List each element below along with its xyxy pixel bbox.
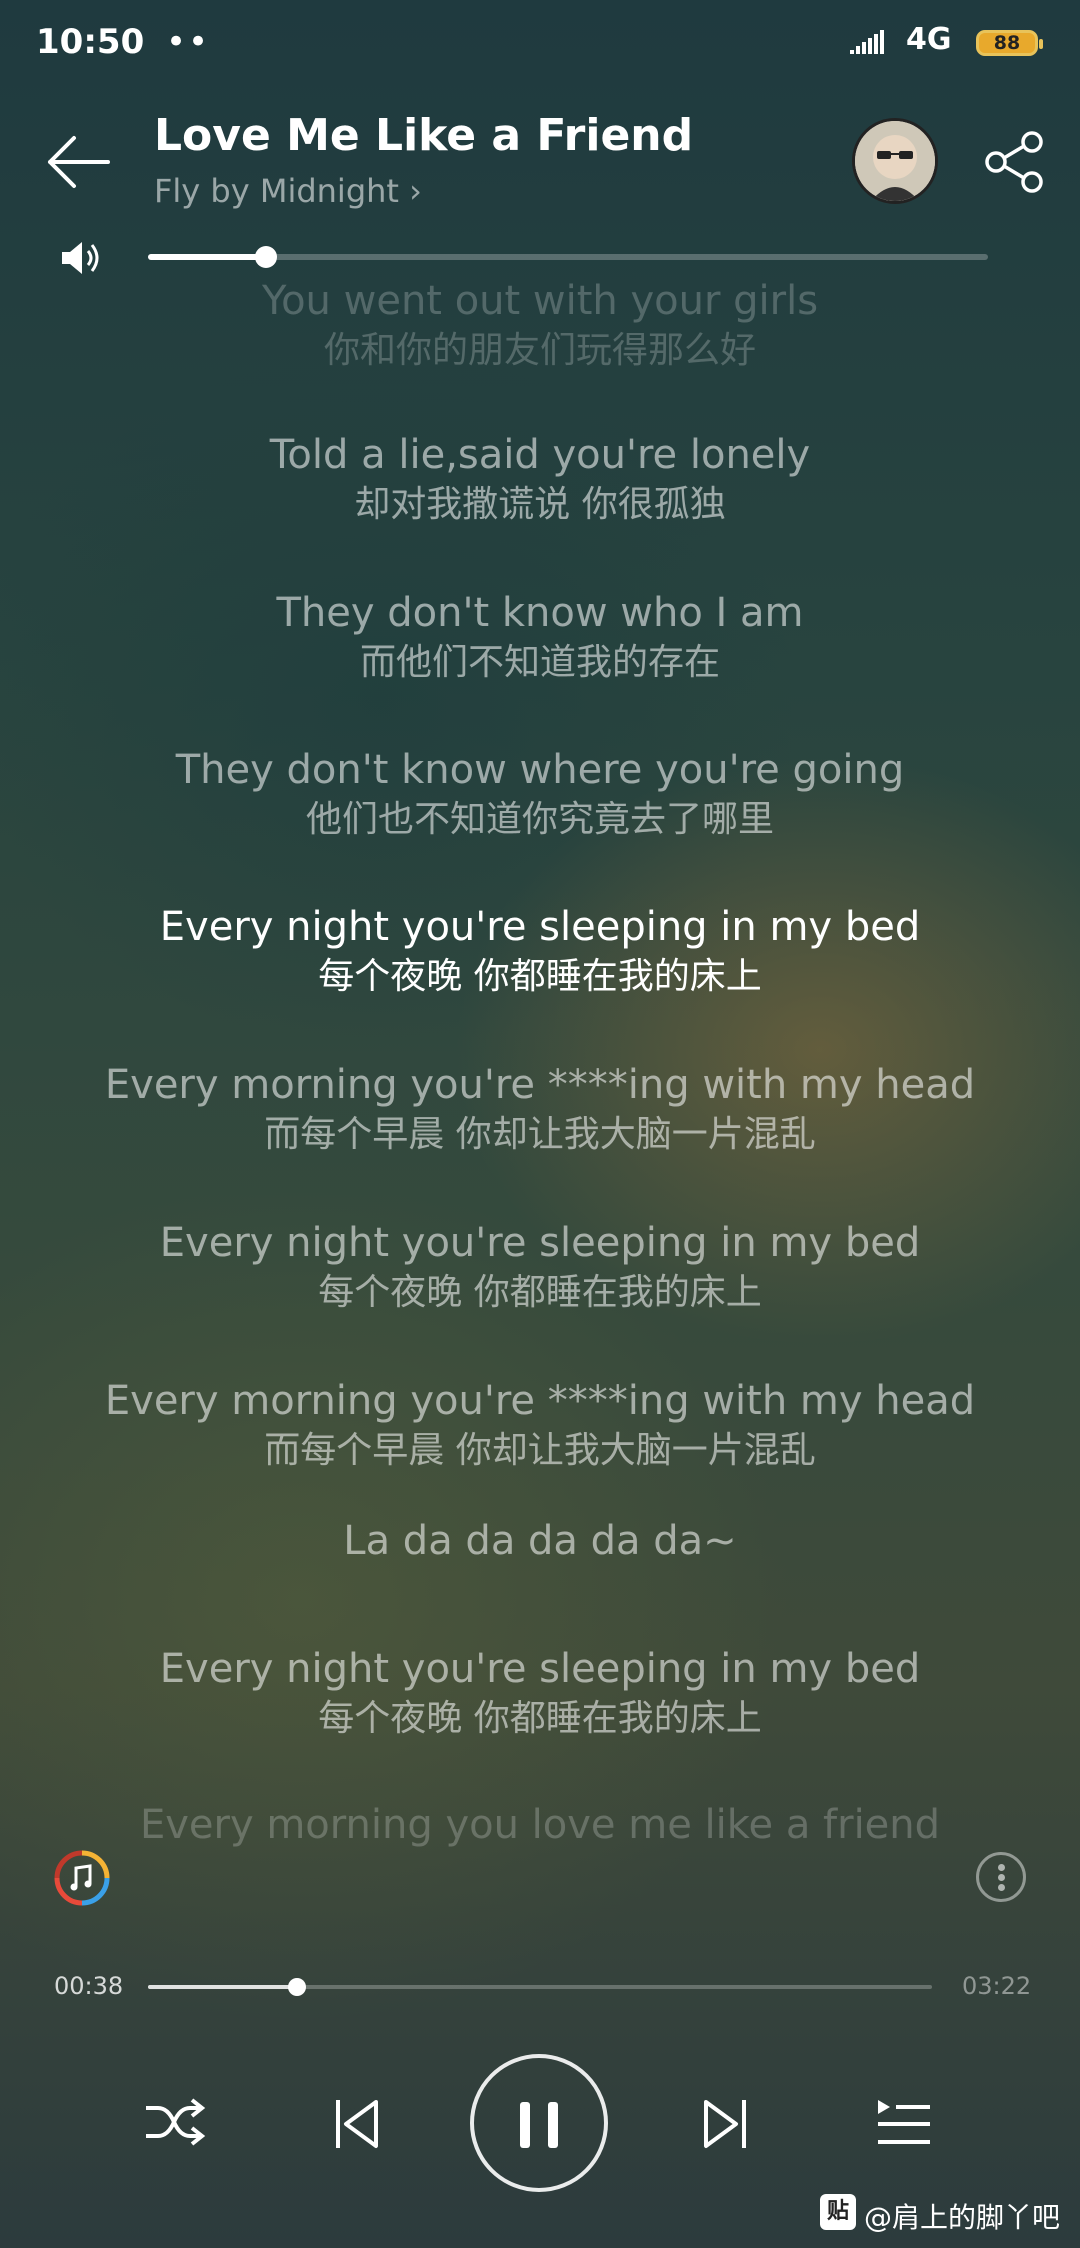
next-track-icon[interactable] (700, 2096, 750, 2152)
lyric-original: Every night you're sleeping in my bed (159, 1220, 921, 1266)
seek-knob[interactable] (287, 1978, 306, 1996)
total-time: 03:22 (962, 1972, 1032, 2000)
lyric-translation: 而每个早晨 你却让我大脑一片混乱 (264, 1114, 816, 1155)
status-time: 10:50 (36, 22, 145, 62)
lyric-line[interactable]: Told a lie,said you're lonely 却对我撒谎说 你很孤独 (0, 430, 1080, 530)
playlist-icon[interactable] (874, 2096, 932, 2150)
watermark-badge: 贴 (820, 2194, 856, 2230)
lyric-translation: 而他们不知道我的存在 (359, 642, 720, 683)
lyrics-panel[interactable]: You went out with your girls 你和你的朋友们玩得那么好… (0, 272, 1080, 1850)
artist-link[interactable]: Fly by Midnight › (154, 172, 422, 210)
lyric-line[interactable]: Every night you're sleeping in my bed 每个夜… (0, 1644, 1080, 1744)
lyric-original: They don't know where you're going (175, 747, 905, 793)
lyric-line[interactable]: You went out with your girls 你和你的朋友们玩得那么好 (0, 276, 1080, 376)
lyric-original: Told a lie,said you're lonely (269, 432, 811, 478)
battery-level: 88 (993, 32, 1021, 54)
watermark-text: @肩上的脚丫吧 (864, 2201, 1061, 2234)
pause-button[interactable] (470, 2054, 608, 2192)
notification-dots: •• (166, 22, 211, 62)
song-title: Love Me Like a Friend (154, 110, 694, 161)
volume-slider[interactable] (148, 246, 988, 268)
lyric-original: La da da da da da~ (343, 1518, 737, 1564)
lyric-line[interactable]: Every night you're sleeping in my bed 每个夜… (0, 902, 1080, 1002)
lyric-line[interactable]: La da da da da da~ (0, 1516, 1080, 1566)
lyric-translation: 每个夜晚 你都睡在我的床上 (318, 1272, 762, 1313)
signal-strength-icon (850, 30, 884, 54)
back-arrow-icon[interactable] (44, 132, 114, 192)
lyric-translation: 却对我撒谎说 你很孤独 (354, 484, 726, 525)
share-icon[interactable] (980, 128, 1048, 196)
volume-knob[interactable] (254, 246, 277, 268)
lyric-translation: 每个夜晚 你都睡在我的床上 (318, 1698, 762, 1739)
lyric-line[interactable]: They don't know who I am 而他们不知道我的存在 (0, 588, 1080, 688)
seek-fill (148, 1985, 297, 1989)
network-type: 4G (906, 22, 952, 57)
lyric-original: You went out with your girls (261, 278, 819, 324)
lyric-translation: 而每个早晨 你却让我大脑一片混乱 (264, 1430, 816, 1471)
shuffle-icon[interactable] (142, 2094, 206, 2150)
avatar-image (855, 121, 935, 201)
artist-name: Fly by Midnight (154, 172, 399, 210)
lyric-line[interactable]: Every morning you love me like a friend (0, 1800, 1080, 1850)
lyric-translation: 他们也不知道你究竟去了哪里 (305, 799, 774, 840)
lyric-line[interactable]: They don't know where you're going 他们也不知道… (0, 745, 1080, 845)
lyric-original: Every night you're sleeping in my bed (159, 1646, 921, 1692)
battery-icon: 88 (976, 30, 1043, 56)
more-vertical-icon[interactable] (976, 1852, 1026, 1902)
music-note-icon[interactable] (54, 1850, 110, 1906)
status-bar: 10:50 •• 4G 88 (0, 0, 1080, 90)
lyric-original: Every night you're sleeping in my bed (159, 904, 921, 950)
volume-fill (148, 254, 266, 260)
lyric-original: Every morning you're ****ing with my hea… (104, 1378, 976, 1424)
lyric-translation: 每个夜晚 你都睡在我的床上 (318, 956, 762, 997)
lyric-line[interactable]: Every night you're sleeping in my bed 每个夜… (0, 1218, 1080, 1318)
lyric-translation: 你和你的朋友们玩得那么好 (323, 330, 756, 371)
current-time: 00:38 (54, 1972, 124, 2000)
lyric-original: They don't know who I am (276, 590, 804, 636)
seek-bar[interactable] (148, 1978, 932, 1996)
lyric-original: Every morning you love me like a friend (139, 1802, 941, 1848)
lyric-original: Every morning you're ****ing with my hea… (104, 1062, 976, 1108)
lyric-line[interactable]: Every morning you're ****ing with my hea… (0, 1060, 1080, 1160)
artist-avatar[interactable] (852, 118, 938, 204)
previous-track-icon[interactable] (332, 2096, 382, 2152)
chevron-right-icon: › (409, 172, 422, 210)
lyric-line[interactable]: Every morning you're ****ing with my hea… (0, 1376, 1080, 1476)
